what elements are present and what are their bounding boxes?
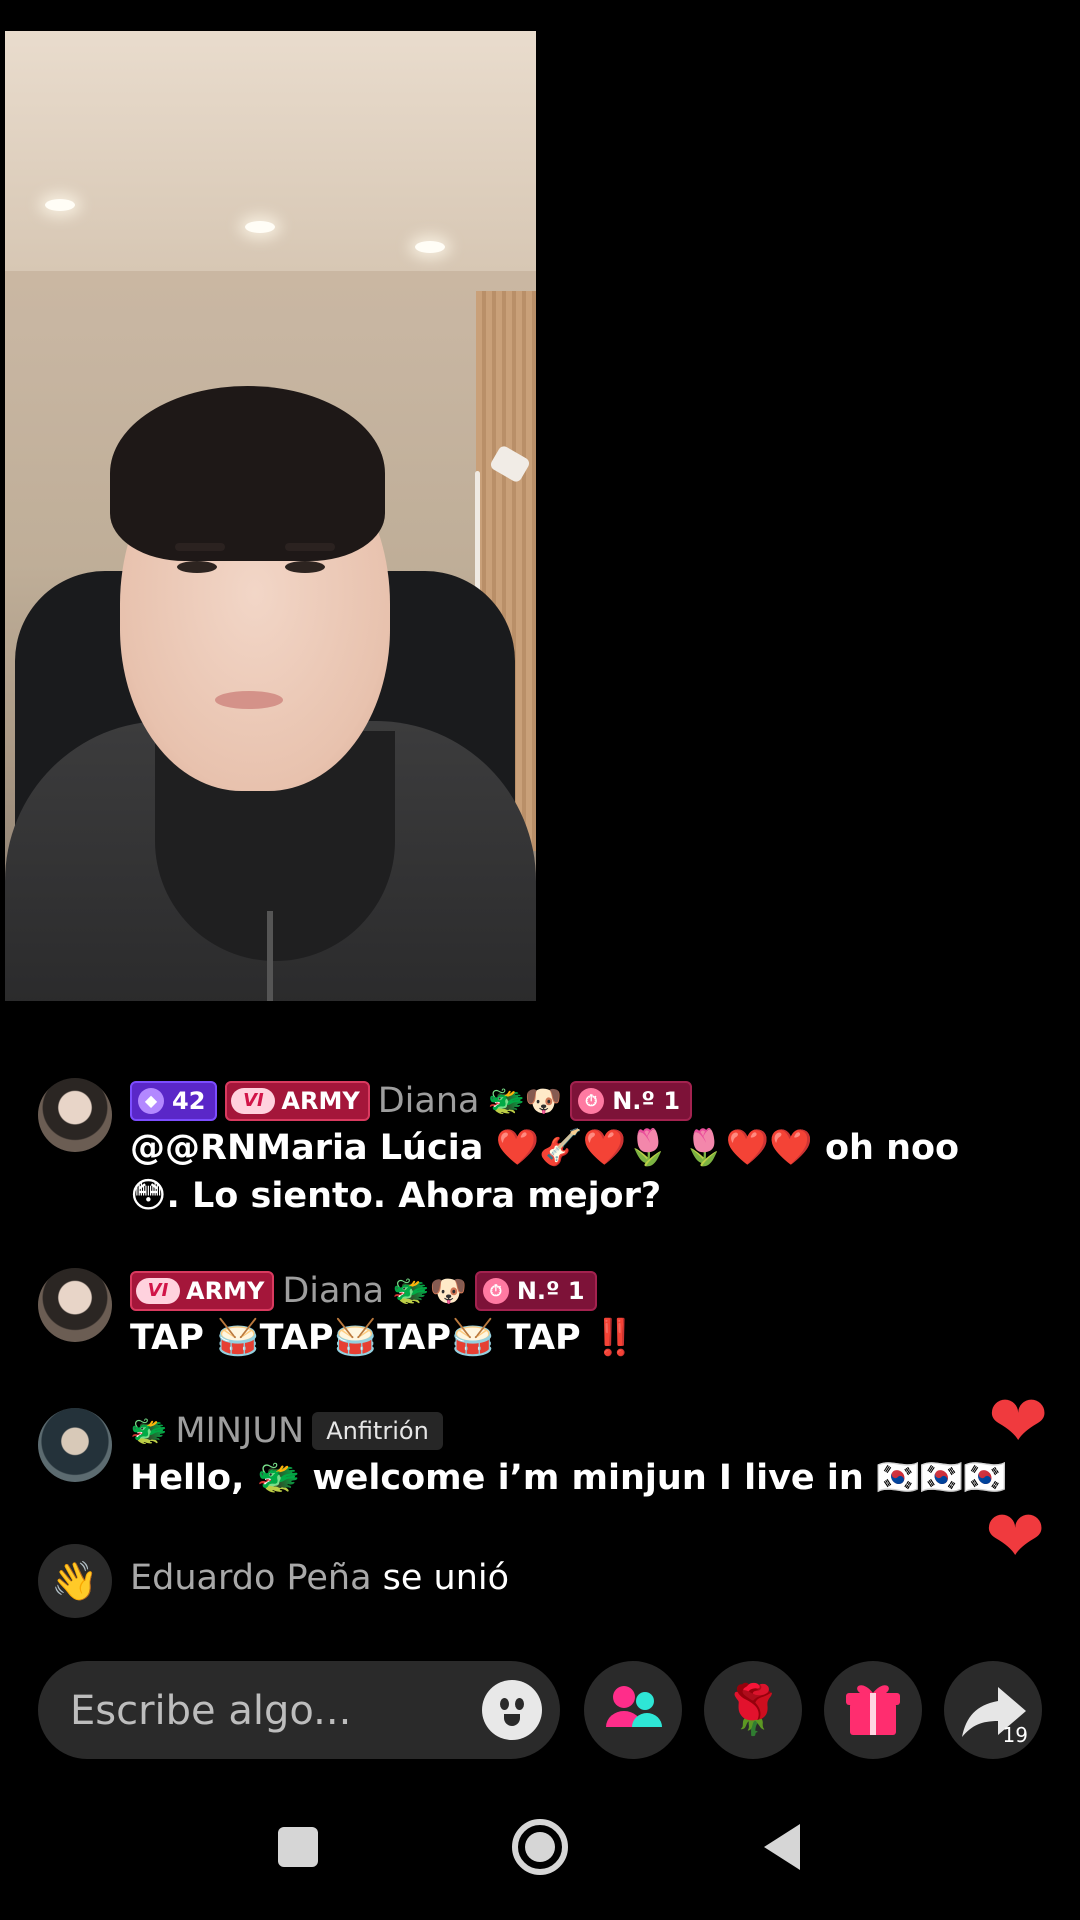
rose-gift-button[interactable]: 🌹 bbox=[704, 1661, 802, 1759]
fan-club-badge[interactable]: VI ARMY bbox=[130, 1271, 275, 1311]
recents-button[interactable] bbox=[258, 1810, 338, 1890]
fan-club-badge[interactable]: VI ARMY bbox=[225, 1081, 370, 1121]
ceiling-light bbox=[415, 241, 445, 253]
message-text: Hello, 🐲 welcome i’m minjun I live in 🇰🇷… bbox=[130, 1458, 1007, 1498]
guests-icon bbox=[606, 1686, 662, 1727]
eyebrow bbox=[175, 543, 225, 551]
share-button[interactable]: 19 bbox=[944, 1661, 1042, 1759]
ceiling-light bbox=[45, 199, 75, 211]
fan-level-tag: VI bbox=[136, 1278, 180, 1304]
ceiling bbox=[5, 31, 536, 271]
gift-button[interactable] bbox=[824, 1661, 922, 1759]
guests-button[interactable] bbox=[584, 1661, 682, 1759]
message-text: TAP 🥁TAP🥁TAP🥁 TAP ‼️ bbox=[130, 1318, 637, 1358]
username[interactable]: MINJUN bbox=[175, 1411, 304, 1451]
level-badge[interactable]: ◆ 42 bbox=[130, 1081, 218, 1121]
comment-input[interactable] bbox=[68, 1661, 472, 1761]
rank-badge[interactable]: ⏱ N.º 1 bbox=[474, 1271, 597, 1311]
eye bbox=[177, 561, 217, 573]
home-button[interactable] bbox=[500, 1810, 580, 1890]
circle-home-icon bbox=[512, 1819, 568, 1875]
system-navigation-bar bbox=[0, 1810, 1080, 1920]
back-button[interactable] bbox=[742, 1810, 822, 1890]
ceiling-light bbox=[245, 221, 275, 233]
hoodie-zipper bbox=[267, 911, 273, 1001]
live-video[interactable] bbox=[5, 31, 536, 1001]
rank-badge[interactable]: ⏱ N.º 1 bbox=[570, 1081, 693, 1121]
rose-gift-icon: 🌹 bbox=[723, 1682, 783, 1738]
username[interactable]: Diana bbox=[378, 1081, 480, 1121]
dragon-emoji: 🐲 bbox=[130, 1413, 168, 1449]
comment-input-container[interactable] bbox=[38, 1661, 560, 1761]
gem-icon: ◆ bbox=[138, 1088, 164, 1114]
triangle-back-icon bbox=[764, 1824, 800, 1870]
fan-level-tag: VI bbox=[231, 1088, 276, 1114]
username-emojis: 🐲🐶 bbox=[392, 1273, 467, 1309]
avatar[interactable] bbox=[38, 1268, 112, 1342]
host-tag: Anfitrión bbox=[312, 1412, 443, 1450]
bottom-action-bar: 🌹 19 bbox=[0, 1661, 1080, 1761]
share-count: 19 bbox=[1002, 1723, 1028, 1747]
wave-hand-icon: 👋 bbox=[38, 1544, 112, 1618]
join-action: se unió bbox=[382, 1558, 510, 1598]
person-hair bbox=[110, 386, 385, 561]
floating-heart-icon: ❤ bbox=[988, 1379, 1049, 1463]
stopwatch-icon: ⏱ bbox=[482, 1278, 509, 1304]
stopwatch-icon: ⏱ bbox=[578, 1088, 605, 1114]
lips bbox=[215, 691, 283, 709]
username[interactable]: Diana bbox=[282, 1271, 384, 1311]
square-recents-icon bbox=[278, 1827, 318, 1867]
host-avatar[interactable] bbox=[38, 1408, 112, 1482]
smile-emoji-icon[interactable] bbox=[482, 1680, 542, 1740]
message-text: @@RNMaria Lúcia ❤️🎸❤️🌷 🌷❤️❤️ oh noo 😳. L… bbox=[130, 1128, 960, 1216]
avatar[interactable] bbox=[38, 1078, 112, 1152]
gift-box-icon bbox=[846, 1685, 900, 1735]
floating-heart-icon: ❤ bbox=[985, 1494, 1046, 1578]
eyebrow bbox=[285, 543, 335, 551]
joined-username[interactable]: Eduardo Peña bbox=[130, 1558, 372, 1598]
eye bbox=[285, 561, 325, 573]
username-emojis: 🐲🐶 bbox=[487, 1083, 563, 1119]
